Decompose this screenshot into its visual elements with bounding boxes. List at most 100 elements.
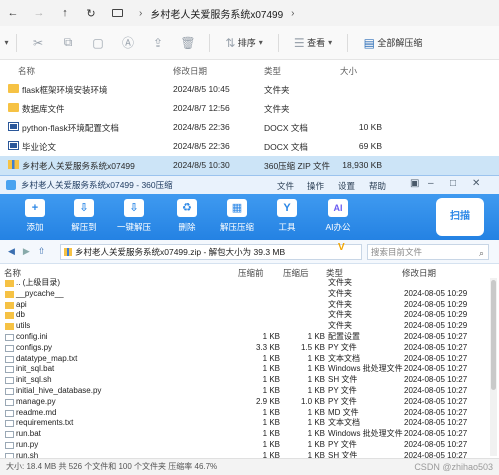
file-modified: 2024/8/5 22:36	[173, 141, 230, 151]
rename-button[interactable]: Ⓐ	[113, 30, 143, 56]
entry-type: PY 文件	[328, 396, 357, 406]
tools-button[interactable]: Y 工具	[265, 199, 309, 233]
rename-icon: Ⓐ	[121, 36, 134, 50]
extract-to-button[interactable]: ⇩ 解压到	[62, 199, 106, 233]
sort-button[interactable]: ⇅ 排序 ▾	[216, 30, 272, 56]
extract-all-button[interactable]: ▤ 全部解压缩	[354, 30, 432, 56]
back-icon[interactable]: ◀	[8, 246, 15, 257]
breadcrumb-item[interactable]: 乡村老人关爱服务系统x07499	[150, 6, 283, 21]
paste-button[interactable]: ▢	[83, 30, 113, 56]
breadcrumb[interactable]: › 乡村老人关爱服务系统x07499 ›	[112, 6, 303, 21]
folder-icon	[5, 301, 14, 309]
archive-row[interactable]: init_sql.sh 1 KB 1 KB SH 文件 2024-08-05 10:27	[0, 375, 499, 386]
menu-file[interactable]: 文件	[277, 180, 294, 192]
file-name: python-flask环境配置文档	[22, 123, 119, 133]
sort-label: 排序	[237, 38, 256, 48]
file-size: 69 KB	[358, 141, 382, 151]
archive-row[interactable]: config.ini 1 KB 1 KB 配置设置 2024-08-05 10:27	[0, 332, 499, 343]
column-name[interactable]: 名称	[18, 65, 35, 77]
menu-settings[interactable]: 设置	[338, 180, 355, 192]
up-icon[interactable]: ⇧	[38, 246, 46, 257]
zip-window-title: 乡村老人关爱服务系统x07499 - 360压缩	[21, 180, 173, 190]
archive-row[interactable]: db 文件夹 2024-08-05 10:29	[0, 310, 499, 321]
archive-path-text: 乡村老人关爱服务系统x07499.zip - 解包大小为 39.3 MB	[75, 247, 286, 257]
view-button[interactable]: ☰ 查看 ▾	[285, 30, 341, 56]
forward-icon[interactable]: →	[26, 7, 52, 19]
entry-name: api	[16, 299, 27, 309]
archive-row[interactable]: run.py 1 KB 1 KB PY 文件 2024-08-05 10:27	[0, 440, 499, 451]
entry-modified: 2024-08-05 10:29	[404, 310, 468, 320]
file-row[interactable]: python-flask环境配置文档 2024/8/5 22:36 DOCX 文档 1…	[0, 118, 499, 137]
entry-name: init_sql.sh	[16, 375, 52, 385]
scrollbar-thumb[interactable]	[491, 280, 496, 390]
new-item-stub[interactable]: ▾	[0, 30, 10, 56]
entry-modified: 2024-08-05 10:27	[404, 331, 468, 341]
archive-row[interactable]: readme.md 1 KB 1 KB MD 文件 2024-08-05 10:27	[0, 408, 499, 419]
one-click-extract-button[interactable]: ⇩ 一键解压	[112, 199, 156, 233]
refresh-icon[interactable]: ↻	[78, 7, 104, 20]
add-icon: +	[25, 199, 45, 217]
archive-row[interactable]: api 文件夹 2024-08-05 10:29	[0, 300, 499, 311]
archive-row[interactable]: configs.py 3.3 KB 1.5 KB PY 文件 2024-08-05 10…	[0, 343, 499, 354]
menu-operate[interactable]: 操作	[307, 180, 324, 192]
cut-icon: ✂	[32, 35, 44, 50]
scrollbar[interactable]	[490, 278, 497, 456]
archive-row[interactable]: datatype_map.txt 1 KB 1 KB 文本文档 2024-08-05 1…	[0, 354, 499, 365]
entry-name: configs.py	[16, 342, 53, 352]
file-row[interactable]: flask框架环境安装环境 2024/8/5 10:45 文件夹	[0, 80, 499, 99]
entry-compressed-size: 1 KB	[307, 407, 325, 417]
folder-icon	[8, 84, 19, 93]
entry-compressed-size: 1 KB	[307, 429, 325, 439]
extract-compress-button[interactable]: ▦ 解压压缩	[215, 199, 259, 233]
column-size[interactable]: 大小	[340, 65, 357, 77]
file-icon	[5, 441, 14, 449]
menu-help[interactable]: 帮助	[369, 180, 386, 192]
copy-button[interactable]: ⧉	[53, 30, 83, 56]
minimize-button[interactable]: –	[428, 178, 434, 189]
archive-row[interactable]: .. (上级目录) 文件夹	[0, 278, 499, 289]
archive-path-field[interactable]: 乡村老人关爱服务系统x07499.zip - 解包大小为 39.3 MB	[60, 244, 362, 260]
archive-row[interactable]: initial_hive_database.py 1 KB 1 KB PY 文件 202…	[0, 386, 499, 397]
column-type[interactable]: 类型	[264, 65, 281, 77]
forward-icon[interactable]: ▶	[23, 246, 30, 257]
archive-row[interactable]: utils 文件夹 2024-08-05 10:29	[0, 321, 499, 332]
file-row[interactable]: 毕业论文 2024/8/5 22:36 DOCX 文档 69 KB	[0, 137, 499, 156]
archive-row[interactable]: requirements.txt 1 KB 1 KB 文本文档 2024-08-05 1…	[0, 418, 499, 429]
delete-button[interactable]: 🗑	[173, 30, 203, 56]
maximize-button[interactable]: □	[450, 178, 456, 189]
add-button[interactable]: + 添加	[13, 199, 57, 233]
search-placeholder: 搜索目前文件	[371, 247, 423, 257]
search-input[interactable]: 搜索目前文件 ⌕	[367, 244, 489, 260]
close-button[interactable]: ✕	[472, 178, 480, 189]
file-row[interactable]: 乡村老人关爱服务系统x07499 2024/8/5 10:30 360压缩 ZIP …	[0, 156, 499, 175]
skin-icon[interactable]: ▣	[410, 178, 419, 189]
delete-button[interactable]: ♻ 删除	[165, 199, 209, 233]
extract-icon: ▤	[363, 35, 375, 50]
scan-button[interactable]: 扫描	[436, 198, 484, 236]
file-modified: 2024/8/5 22:36	[173, 122, 230, 132]
back-icon[interactable]: ←	[0, 7, 26, 19]
copy-icon: ⧉	[63, 35, 73, 49]
archive-row[interactable]: init_sql.bat 1 KB 1 KB Windows 批处理文件 2024-08…	[0, 364, 499, 375]
entry-modified: 2024-08-05 10:29	[404, 321, 468, 331]
archive-row[interactable]: manage.py 2.9 KB 1.0 KB PY 文件 2024-08-05 10:…	[0, 397, 499, 408]
entry-packed-size: 1 KB	[262, 429, 280, 439]
entry-modified: 2024-08-05 10:27	[404, 418, 468, 428]
entry-type: MD 文件	[328, 407, 359, 417]
entry-name: run.bat	[16, 429, 41, 439]
up-icon[interactable]: ↑	[52, 7, 78, 19]
column-modified[interactable]: 修改日期	[173, 65, 207, 77]
entry-type: 文本文档	[328, 353, 360, 363]
virus-scan-icon[interactable]: V	[338, 242, 345, 253]
share-button[interactable]: ⇪	[143, 30, 173, 56]
ai-office-button[interactable]: AI AI办公	[316, 199, 360, 233]
file-row[interactable]: 数据库文件 2024/8/7 12:56 文件夹	[0, 99, 499, 118]
extract-all-label: 全部解压缩	[377, 38, 423, 48]
archive-row[interactable]: run.bat 1 KB 1 KB Windows 批处理文件 2024-08-05 1…	[0, 429, 499, 440]
cut-button[interactable]: ✂	[23, 30, 53, 56]
recycle-icon: ♻	[177, 199, 197, 217]
delete-label: 删除	[178, 222, 196, 232]
entry-type: 文件夹	[328, 310, 352, 320]
status-bar: 大小: 18.4 MB 共 526 个文件和 100 个文件夹 压缩率 46.7…	[0, 458, 499, 475]
archive-row[interactable]: __pycache__ 文件夹 2024-08-05 10:29	[0, 289, 499, 300]
